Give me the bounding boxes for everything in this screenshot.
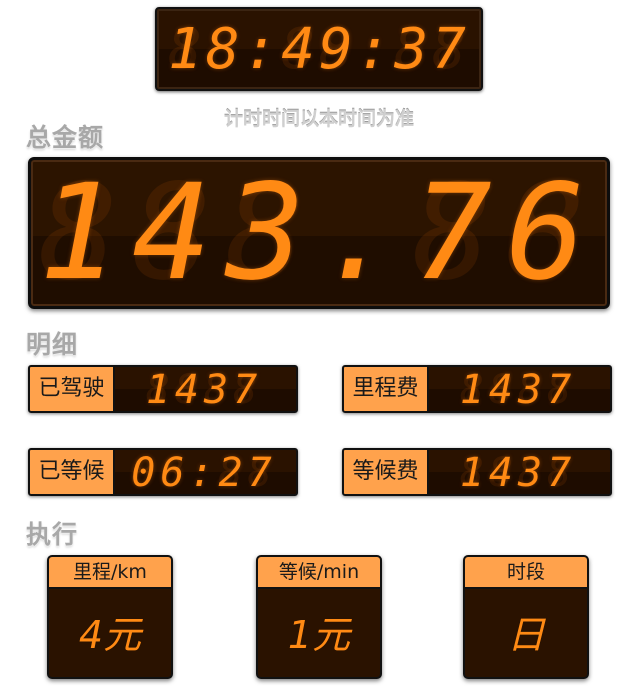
detail-mileage-fee-label: 里程费 xyxy=(344,367,429,411)
detail-waiting-fee: 等候费 8888 1437 xyxy=(342,448,612,496)
clock-display: 88:88:88 18:49:37 xyxy=(155,7,483,91)
detail-driven: 已驾驶 8888 1437 xyxy=(28,365,298,413)
detail-driven-value: 1437 xyxy=(145,367,263,413)
detail-waited-value: 06:27 xyxy=(131,450,277,496)
total-title: 总金额 xyxy=(26,123,105,152)
detail-waiting-fee-value: 1437 xyxy=(459,450,577,496)
detail-waited-label: 已等候 xyxy=(30,450,115,494)
tariff-card-period: 时段 日 xyxy=(463,555,589,679)
total-amount-value: 143.76 xyxy=(38,156,600,310)
clock-time: 18:49:37 xyxy=(168,17,470,82)
detail-mileage-fee: 里程费 8888 1437 xyxy=(342,365,612,413)
tariff-period-value: 日 xyxy=(506,613,545,657)
tariff-card-mileage: 里程/km 4元 xyxy=(47,555,173,679)
tariff-waiting-label: 等候/min xyxy=(258,557,380,589)
detail-title: 明细 xyxy=(26,330,79,359)
detail-driven-label: 已驾驶 xyxy=(30,367,115,411)
tariff-mileage-label: 里程/km xyxy=(49,557,171,589)
detail-waiting-fee-label: 等候费 xyxy=(344,450,429,494)
detail-waited: 已等候 88:88 06:27 xyxy=(28,448,298,496)
detail-mileage-fee-value: 1437 xyxy=(459,367,577,413)
total-amount-display: 888.88 143.76 xyxy=(28,157,610,309)
tariff-mileage-value: 4元 xyxy=(78,613,142,657)
tariff-waiting-value: 1元 xyxy=(287,613,351,657)
clock-note: 计时时间以本时间为准 xyxy=(223,108,414,130)
execute-title: 执行 xyxy=(26,520,79,549)
tariff-period-label: 时段 xyxy=(465,557,587,589)
tariff-card-waiting: 等候/min 1元 xyxy=(256,555,382,679)
